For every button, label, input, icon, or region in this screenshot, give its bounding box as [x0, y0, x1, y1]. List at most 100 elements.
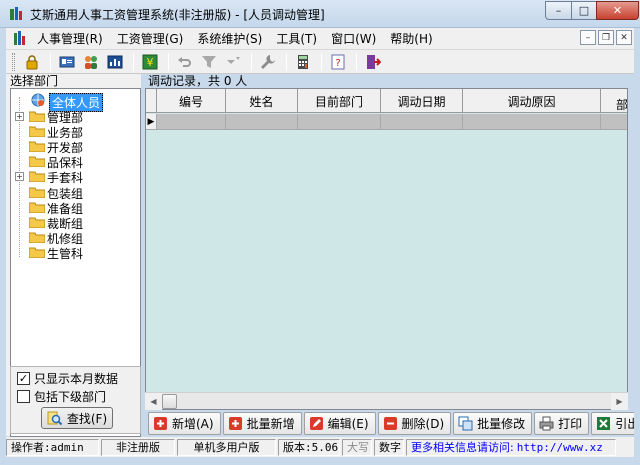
mdi-minimize-button[interactable]: – [580, 30, 596, 45]
lock-icon[interactable] [21, 52, 43, 72]
menu-salary[interactable]: 工资管理(G) [110, 30, 191, 47]
transfer-records-grid[interactable]: 编号 姓名 目前部门 调动日期 调动原因 部 ▶ [145, 88, 628, 410]
mdi-close-button[interactable]: ✕ [616, 30, 632, 45]
folder-icon [29, 171, 45, 182]
batch-add-button-label: 批量新增 [246, 417, 295, 431]
col-header-transfer-reason[interactable]: 调动原因 [463, 89, 601, 113]
mdi-restore-button[interactable]: ❐ [598, 30, 614, 45]
globe-people-icon [31, 93, 45, 107]
maximize-button[interactable]: □ [571, 1, 597, 20]
toolbar-separator [356, 52, 357, 71]
help-icon[interactable]: ? [327, 52, 349, 72]
tree-node[interactable]: + 管理部 [11, 109, 140, 125]
toolbar-grip[interactable] [12, 52, 15, 71]
search-icon [47, 411, 63, 426]
menu-window[interactable]: 窗口(W) [324, 30, 383, 47]
menu-help[interactable]: 帮助(H) [383, 30, 439, 47]
sub-depts-checkbox-row[interactable]: 包括下级部门 [17, 389, 107, 404]
menu-personnel[interactable]: 人事管理(R) [30, 30, 110, 47]
svg-text:¥: ¥ [147, 56, 154, 69]
col-header-transfer-date[interactable]: 调动日期 [381, 89, 463, 113]
current-month-checkbox[interactable]: ✓ [17, 371, 30, 385]
grid-corner [146, 89, 157, 113]
batch-edit-button[interactable]: 批量修改 [453, 412, 533, 435]
svg-text:?: ? [335, 58, 340, 69]
toolbar-separator [321, 52, 322, 71]
filter-options-box: ✓ 只显示本月数据 包括下级部门 查找(F) [10, 366, 141, 434]
department-panel-title: 选择部门 [10, 74, 59, 88]
sub-depts-label: 包括下级部门 [34, 389, 107, 404]
scroll-left-icon[interactable]: ◀ [145, 393, 162, 410]
tree-node[interactable]: 开发部 [11, 139, 140, 155]
add-button[interactable]: 新增(A) [148, 412, 221, 435]
people-icon[interactable] [80, 52, 102, 72]
col-header-dept-partial[interactable]: 部 [601, 89, 627, 113]
department-panel: 选择部门 全体人员 + 管理部 业务部 开发部 品保科 + 手套科 包装组 准备… [6, 74, 141, 437]
chart-icon[interactable] [104, 52, 126, 72]
window-title: 艾斯通用人事工资管理系统(非注册版) - [人员调动管理] [30, 8, 325, 22]
col-header-id[interactable]: 编号 [157, 89, 226, 113]
table-cell[interactable] [226, 114, 298, 130]
delete-button[interactable]: 删除(D) [377, 412, 452, 435]
find-button[interactable]: 查找(F) [41, 407, 113, 429]
tree-expander[interactable]: + [15, 172, 24, 181]
calculator-icon[interactable] [292, 52, 314, 72]
print-button[interactable]: 打印 [534, 412, 590, 435]
tree-node[interactable]: 品保科 [11, 154, 140, 170]
col-header-name[interactable]: 姓名 [226, 89, 298, 113]
action-bar: 新增(A) 批量新增 编辑(E) 删除(D) 批量修改 打印 引出 [148, 411, 634, 436]
export-button-label: 引出 [615, 417, 634, 431]
print-icon [539, 416, 554, 431]
folder-icon [29, 111, 45, 122]
wrench-icon[interactable] [257, 52, 279, 72]
card-icon[interactable] [56, 52, 78, 72]
current-month-label: 只显示本月数据 [34, 371, 119, 386]
yen-icon[interactable]: ¥ [139, 52, 161, 72]
minimize-button[interactable]: – [545, 1, 572, 20]
tree-node[interactable]: 裁断组 [11, 215, 140, 231]
table-cell[interactable] [381, 114, 463, 130]
tree-expander[interactable]: + [15, 112, 24, 121]
tree-node[interactable]: 生管科 [11, 245, 140, 261]
table-cell[interactable] [157, 114, 226, 130]
website-url[interactable]: http://www.xz [517, 441, 603, 454]
find-button-label: 查找(F) [66, 411, 108, 426]
tree-node[interactable]: 包装组 [11, 185, 140, 201]
export-button[interactable]: 引出 [591, 412, 634, 435]
status-website-link[interactable]: 更多相关信息请访问: http://www.xz [406, 438, 616, 456]
batch-edit-icon [458, 416, 473, 431]
filter-icon[interactable] [198, 52, 220, 72]
table-row[interactable]: ▶ [146, 114, 627, 130]
horizontal-scrollbar[interactable]: ◀ ▶ [145, 392, 628, 410]
tree-node[interactable]: 业务部 [11, 124, 140, 140]
close-button[interactable]: ✕ [596, 1, 639, 20]
table-cell[interactable] [463, 114, 601, 130]
table-cell[interactable] [298, 114, 381, 130]
table-cell[interactable] [601, 114, 627, 130]
exit-icon[interactable] [362, 52, 384, 72]
tree-node[interactable]: 机修组 [11, 230, 140, 246]
col-header-current-dept[interactable]: 目前部门 [298, 89, 381, 113]
status-mode: 单机多用户版 [177, 438, 276, 456]
tree-node[interactable]: 准备组 [11, 200, 140, 216]
record-count-label: 调动记录，共 0 人 [148, 74, 248, 88]
status-operator: 操作者:admin [6, 438, 99, 456]
tree-node[interactable]: + 手套科 [11, 169, 140, 185]
batch-add-button[interactable]: 批量新增 [222, 412, 302, 435]
scrollbar-thumb[interactable] [162, 394, 177, 409]
folder-icon [29, 202, 45, 213]
tree-node-all[interactable]: 全体人员 [11, 93, 140, 112]
status-caps-lock: 大写 [342, 438, 372, 456]
undo-icon[interactable] [174, 52, 196, 72]
menu-bar: 人事管理(R) 工资管理(G) 系统维护(S) 工具(T) 窗口(W) 帮助(H… [6, 28, 634, 49]
row-indicator-icon: ▶ [146, 114, 157, 130]
current-month-checkbox-row[interactable]: ✓ 只显示本月数据 [17, 371, 119, 386]
filter-dropdown-icon[interactable] [222, 52, 244, 72]
folder-icon [29, 247, 45, 258]
menu-system[interactable]: 系统维护(S) [190, 30, 269, 47]
delete-button-label: 删除(D) [401, 417, 445, 431]
scroll-right-icon[interactable]: ▶ [611, 393, 628, 410]
menu-tools[interactable]: 工具(T) [269, 30, 324, 47]
edit-button[interactable]: 编辑(E) [303, 412, 376, 435]
sub-depts-checkbox[interactable] [17, 389, 30, 403]
